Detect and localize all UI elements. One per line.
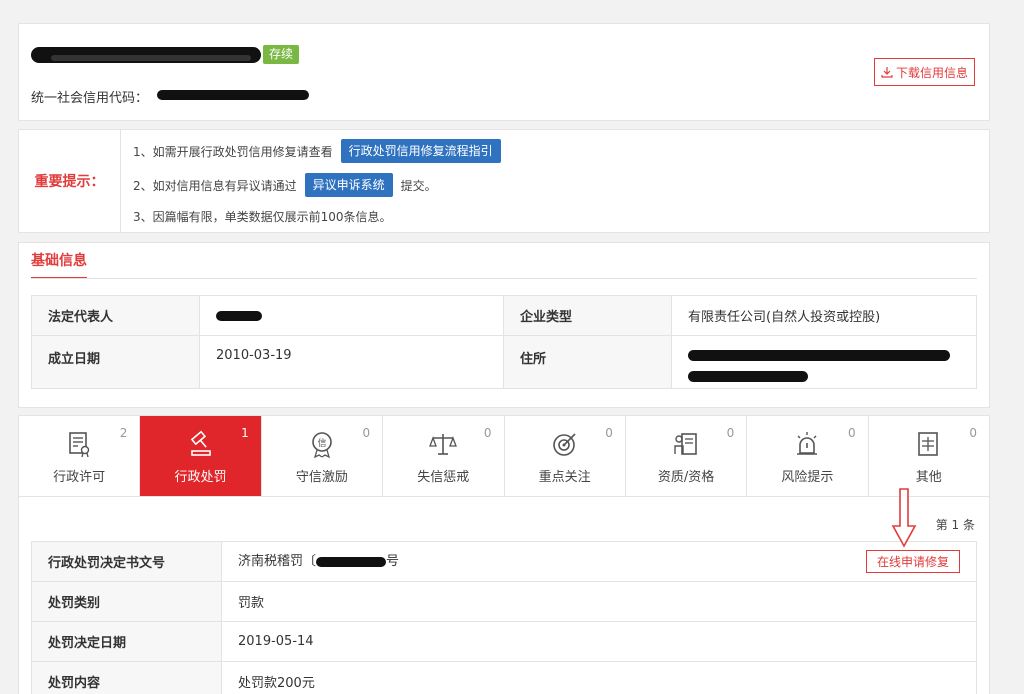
trust-medal-icon: 信 (312, 432, 332, 459)
penalty-content-value: 处罚款200元 (221, 661, 977, 694)
tab-risk-alert[interactable]: 0 风险提示 (747, 416, 869, 496)
address-label: 住所 (503, 335, 672, 389)
record-index: 第 1 条 (935, 518, 975, 532)
annotation-arrow-icon (891, 488, 917, 548)
credit-code-redacted (157, 90, 309, 100)
tab-label: 行政处罚 (174, 470, 227, 485)
penalty-content-label: 处罚内容 (31, 661, 222, 694)
repair-guide-button[interactable]: 行政处罚信用修复流程指引 (340, 139, 501, 163)
online-repair-button[interactable]: 在线申请修复 (865, 550, 960, 573)
tab-label: 重点关注 (538, 470, 591, 485)
address-value (671, 335, 977, 389)
notice-line-2-text: 2、如对信用信息有异议请通过 (133, 178, 297, 193)
address-redacted-line-1 (688, 350, 950, 361)
svg-text:信: 信 (317, 437, 326, 449)
tab-dishonesty-penalty[interactable]: 0 失信惩戒 (383, 416, 505, 496)
tab-label: 风险提示 (781, 470, 834, 485)
status-badge: 存续 (263, 45, 300, 64)
tab-label: 资质/资格 (657, 470, 715, 485)
credit-code-label: 统一社会信用代码： (31, 91, 149, 106)
decision-date-label: 处罚决定日期 (31, 621, 222, 662)
notice-line-2-suffix: 提交。 (400, 178, 437, 193)
section-divider (31, 278, 977, 279)
other-doc-icon (918, 432, 938, 456)
decision-number-suffix: 号 (386, 554, 400, 569)
download-icon (881, 67, 893, 78)
address-redacted-line-2 (688, 371, 808, 382)
tab-count: 0 (483, 426, 492, 440)
tab-admin-license[interactable]: 2 行政许可 (19, 416, 141, 496)
penalty-type-value: 罚款 (221, 581, 977, 622)
decision-number-prefix: 济南税稽罚〔 (238, 554, 317, 569)
tab-count: 0 (847, 426, 856, 440)
notice-line-1: 1、如需开展行政处罚信用修复请查看 行政处罚信用修复流程指引 (133, 139, 501, 163)
alarm-icon (797, 432, 818, 455)
tab-qualification[interactable]: 0 资质/资格 (626, 416, 748, 496)
objection-system-button[interactable]: 异议申诉系统 (304, 173, 393, 197)
tab-key-attention[interactable]: 0 重点关注 (505, 416, 626, 496)
important-notice: 重要提示： 1、如需开展行政处罚信用修复请查看 行政处罚信用修复流程指引 2、如… (18, 129, 990, 233)
company-type-value: 有限责任公司(自然人投资或控股) (671, 295, 977, 336)
legal-rep-value (199, 295, 504, 336)
gavel-icon (190, 430, 211, 456)
legal-rep-label: 法定代表人 (31, 295, 200, 336)
tab-other[interactable]: 0 其他 (869, 416, 989, 496)
notice-line-3-text: 3、因篇幅有限，单类数据仅展示前100条信息。 (133, 210, 392, 224)
basic-info-panel: 基础信息 法定代表人 企业类型 有限责任公司(自然人投资或控股) 成立日期 20… (18, 242, 990, 408)
basic-info-table: 法定代表人 企业类型 有限责任公司(自然人投资或控股) 成立日期 2010-03… (31, 295, 977, 389)
penalty-type-label: 处罚类别 (31, 581, 222, 622)
tab-count: 0 (362, 426, 371, 440)
decision-date-value: 2019-05-14 (221, 621, 977, 662)
established-label: 成立日期 (31, 335, 200, 389)
certificate-icon (674, 433, 697, 455)
credit-category-panel: 2 行政许可 1 行政处罚 0 信 守信激励 0 失信惩戒 0 重点关注 0 资… (18, 415, 990, 694)
tab-label: 失信惩戒 (417, 470, 470, 485)
penalty-detail-table: 行政处罚决定书文号 济南税稽罚〔号 在线申请修复 处罚类别 罚款 处罚决定日期 … (31, 541, 977, 694)
decision-number-redacted (316, 556, 387, 567)
established-value: 2010-03-19 (199, 335, 504, 389)
notice-line-2: 2、如对信用信息有异议请通过 异议申诉系统 提交。 (133, 173, 437, 197)
download-credit-button[interactable]: 下载信用信息 (873, 58, 975, 86)
tab-count: 0 (605, 426, 613, 440)
download-label: 下载信用信息 (895, 65, 968, 80)
company-type-label: 企业类型 (503, 295, 672, 336)
legal-rep-redacted (216, 310, 262, 321)
decision-number-value: 济南税稽罚〔 号 在线申请修复 (221, 541, 977, 582)
notice-label: 重要提示： (19, 130, 121, 232)
notice-line-3: 3、因篇幅有限，单类数据仅展示前100条信息。 (133, 208, 392, 225)
category-tabs: 2 行政许可 1 行政处罚 0 信 守信激励 0 失信惩戒 0 重点关注 0 资… (19, 416, 989, 497)
scale-icon (429, 434, 458, 455)
decision-number-label: 行政处罚决定书文号 (31, 541, 222, 582)
tab-label: 守信激励 (295, 470, 348, 485)
basic-info-tab[interactable]: 基础信息 (31, 243, 87, 279)
company-header: 存续 统一社会信用代码： 下载信用信息 (18, 23, 990, 121)
tab-label: 其他 (915, 470, 942, 485)
notice-line-1-text: 1、如需开展行政处罚信用修复请查看 (133, 144, 333, 159)
tab-count: 1 (241, 426, 249, 440)
license-icon (69, 432, 90, 458)
tab-trust-incentive[interactable]: 0 信 守信激励 (262, 416, 384, 496)
tab-admin-penalty[interactable]: 1 行政处罚 (140, 416, 262, 496)
tab-count: 2 (119, 426, 128, 440)
tab-count: 0 (726, 426, 735, 440)
tab-label: 行政许可 (53, 470, 106, 485)
tab-count: 0 (969, 426, 977, 440)
target-icon (552, 433, 576, 456)
